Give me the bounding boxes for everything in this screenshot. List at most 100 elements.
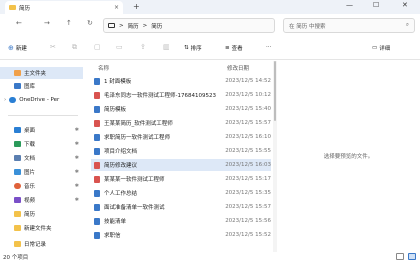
details-icon: ▭ <box>372 45 378 51</box>
up-button[interactable]: ↑ <box>66 19 72 27</box>
preview-message: 选择要预览的文件。 <box>323 154 374 160</box>
chevron-right-icon: › <box>4 97 7 103</box>
sidebar-item-label: 新建文件夹 <box>24 226 52 232</box>
file-row[interactable]: 技能清单 2023/12/5 15:56 <box>91 215 271 227</box>
search-input[interactable]: 在 简历 中搜索 ⌕ <box>283 18 415 33</box>
sort-button[interactable]: ⇅ 排序 <box>184 44 202 52</box>
file-name: 面试准备清单一软件测试 <box>104 205 165 211</box>
file-name: 求职信 <box>104 233 121 239</box>
file-row[interactable]: 求职简历一软件测试工程师 2023/12/5 16:10 <box>91 131 271 143</box>
sidebar-item-home[interactable]: 主文件夹 <box>0 67 83 79</box>
file-row[interactable]: 某某某一软件测试工程师 2023/12/5 15:17 <box>91 173 271 185</box>
breadcrumb-item-2[interactable]: 简历 <box>151 22 162 30</box>
cut-icon[interactable]: ✂ <box>50 43 56 51</box>
pin-icon[interactable]: ✱ <box>75 141 79 147</box>
file-row[interactable]: 1 封面模板 2023/12/5 14:52 <box>91 75 271 87</box>
pin-icon[interactable]: ✱ <box>75 169 79 175</box>
document-icon <box>14 155 21 161</box>
document-file-icon <box>94 161 100 169</box>
maximize-button[interactable]: ☐ <box>373 1 379 9</box>
tiles-view-icon[interactable] <box>408 253 416 260</box>
sidebar-item-folder3[interactable]: 日常记录 <box>0 238 83 250</box>
file-date: 2023/12/5 15:55 <box>225 148 271 154</box>
search-placeholder: 在 简历 中搜索 <box>289 23 326 30</box>
sidebar-item-videos[interactable]: 视频 ✱ <box>0 194 83 206</box>
delete-icon[interactable]: ▥ <box>163 43 170 51</box>
sidebar-item-onedrive[interactable]: › OneDrive - Per <box>0 94 83 106</box>
pin-icon[interactable]: ✱ <box>75 183 79 189</box>
pin-icon[interactable]: ✱ <box>75 197 79 203</box>
breadcrumb-item-1[interactable]: 简历 <box>128 22 139 30</box>
close-window-button[interactable]: ✕ <box>402 1 408 9</box>
new-button[interactable]: ⊕ 新建 <box>8 44 27 52</box>
refresh-button[interactable]: ↻ <box>87 19 93 27</box>
more-options-button[interactable]: ··· <box>266 44 271 50</box>
file-row[interactable]: 王某某简历_软件测试工程师 2023/12/5 15:57 <box>91 117 271 129</box>
details-view-icon[interactable] <box>396 253 404 260</box>
pin-icon[interactable]: ✱ <box>75 155 79 161</box>
file-name: 个人工作总结 <box>104 191 138 197</box>
paste-icon[interactable]: ▢ <box>94 43 101 51</box>
sidebar-item-documents[interactable]: 文档 ✱ <box>0 152 83 164</box>
file-name: 求职简历一软件测试工程师 <box>104 135 171 141</box>
file-name: 简历模板 <box>104 107 127 113</box>
window-tab[interactable]: 简历 × <box>5 1 123 14</box>
file-date: 2023/12/5 14:52 <box>225 78 271 84</box>
new-tab-button[interactable]: + <box>133 2 140 11</box>
forward-button[interactable]: → <box>44 19 50 27</box>
document-file-icon <box>94 203 100 211</box>
folder-icon <box>9 5 16 10</box>
file-row[interactable]: 简历模板 2023/12/5 15:40 <box>91 103 271 115</box>
document-file-icon <box>94 175 100 183</box>
column-header-date[interactable]: 修改日期 <box>227 64 249 72</box>
file-date: 2023/12/5 16:10 <box>225 134 271 140</box>
computer-icon <box>108 23 115 28</box>
file-date: 2023/12/5 15:17 <box>225 176 271 182</box>
share-icon[interactable]: ⇪ <box>140 43 146 51</box>
gallery-icon <box>14 83 21 89</box>
file-row[interactable]: 求职信 2023/12/5 15:52 <box>91 229 271 241</box>
home-icon <box>14 70 21 76</box>
view-label: 查看 <box>231 46 243 52</box>
file-row[interactable]: 项目介绍文档 2023/12/5 15:55 <box>91 145 271 157</box>
item-count: 20 个项目 <box>3 255 29 261</box>
sidebar-item-downloads[interactable]: 下载 ✱ <box>0 138 83 150</box>
details-pane-button[interactable]: ▭ 详细 <box>372 44 390 52</box>
sidebar-item-pictures[interactable]: 图片 ✱ <box>0 166 83 178</box>
file-name: 王某某简历_软件测试工程师 <box>104 121 173 127</box>
sidebar-item-folder2[interactable]: 新建文件夹 <box>0 222 83 234</box>
folder-icon <box>14 241 21 247</box>
back-button[interactable]: ← <box>16 19 22 27</box>
rename-icon[interactable]: ▭ <box>116 43 123 51</box>
view-icon: ≡ <box>225 45 230 51</box>
document-file-icon <box>94 133 100 141</box>
copy-icon[interactable]: ⧉ <box>72 43 77 52</box>
sidebar-item-desktop[interactable]: 桌面 ✱ <box>0 124 83 136</box>
download-icon <box>14 141 21 147</box>
file-row[interactable]: 个人工作总结 2023/12/5 15:35 <box>91 187 271 199</box>
preview-pane: 选择要预览的文件。 <box>277 61 420 254</box>
view-button[interactable]: ≡ 查看 <box>225 44 243 52</box>
document-file-icon <box>94 119 100 127</box>
file-row[interactable]: 毛泽东同志一软件测试工程师-17684109523 2023/12/5 10:12 <box>91 89 271 101</box>
sidebar-item-gallery[interactable]: 图库 <box>0 80 83 92</box>
sidebar-item-folder1[interactable]: 简历 <box>0 208 83 220</box>
sidebar-item-music[interactable]: 音乐 ✱ <box>0 180 83 192</box>
path-box[interactable]: > 简历 > 简历 <box>103 18 275 33</box>
sidebar-item-label: OneDrive - Per <box>19 97 60 103</box>
scrollbar-thumb[interactable] <box>274 61 276 121</box>
plus-icon: ⊕ <box>8 44 14 52</box>
sidebar-item-label: 日常记录 <box>24 242 47 248</box>
status-bar: 20 个项目 <box>0 252 420 262</box>
file-row[interactable]: 面试准备清单一软件测试 2023/12/5 15:57 <box>91 201 271 213</box>
pin-icon[interactable]: ✱ <box>75 127 79 133</box>
file-date: 2023/12/5 15:57 <box>225 120 271 126</box>
sort-icon: ⇅ <box>184 45 189 51</box>
column-header-name[interactable]: 名称 <box>98 64 109 72</box>
sidebar-item-label: 主文件夹 <box>24 71 47 77</box>
file-row[interactable]: 简历修改建议 2023/12/5 16:03 <box>91 159 271 171</box>
close-tab-icon[interactable]: × <box>114 4 119 11</box>
file-name: 毛泽东同志一软件测试工程师-17684109523 <box>104 93 216 99</box>
minimize-button[interactable]: — <box>346 1 353 9</box>
sidebar-item-label: 音乐 <box>24 184 36 190</box>
